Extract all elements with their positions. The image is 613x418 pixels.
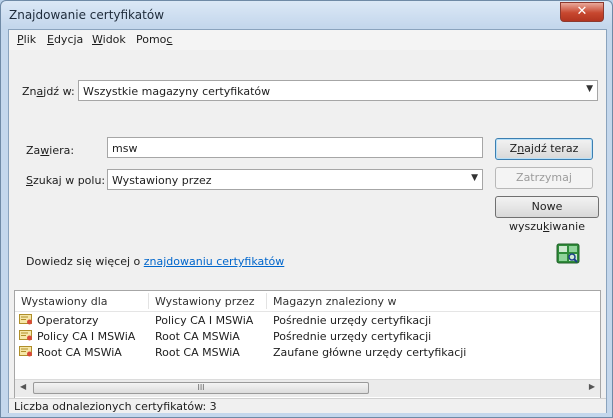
menu-help[interactable]: Pomoc (136, 33, 172, 46)
menu-view[interactable]: Widok (92, 33, 126, 46)
results-list[interactable]: Wystawiony dla Wystawiony przez Magazyn … (14, 290, 601, 400)
column-issued-to[interactable]: Wystawiony dla (21, 295, 108, 308)
column-separator[interactable] (266, 293, 267, 309)
find-certificate-icon (556, 242, 580, 266)
help-text: Dowiedz się więcej o znajdowaniu certyfi… (26, 255, 285, 268)
horizontal-scrollbar[interactable]: ◀ III ▶ (15, 379, 600, 397)
close-button[interactable]: ✕ (560, 2, 604, 22)
search-in-label: Znajdź w: (22, 85, 75, 98)
menu-edit[interactable]: Edycja (47, 33, 83, 46)
column-separator[interactable] (148, 293, 149, 309)
chevron-down-icon: ▼ (586, 84, 593, 94)
cell-issued-to: Operatorzy (37, 314, 99, 327)
cell-issued-to: Root CA MSWiA (37, 346, 122, 359)
contains-value: msw (112, 142, 138, 155)
search-in-combo[interactable]: Wszystkie magazyny certyfikatów ▼ (78, 80, 598, 101)
menu-file[interactable]: Plik (17, 33, 36, 46)
find-now-button[interactable]: Znajdź teraz (495, 138, 593, 160)
new-search-button[interactable]: Nowe wyszukiwanie (495, 196, 599, 233)
cell-issued-by: Root CA MSWiA (155, 346, 240, 359)
cell-store: Zaufane główne urzędy certyfikacji (273, 346, 467, 359)
column-store[interactable]: Magazyn znaleziony w (273, 295, 397, 308)
certificate-icon (19, 345, 33, 358)
search-field-label: Szukaj w polu: (26, 174, 106, 187)
search-field-value: Wystawiony przez (112, 174, 212, 187)
cell-issued-to: Policy CA I MSWiA (37, 330, 136, 343)
table-row[interactable]: Root CA MSWiA Root CA MSWiA Zaufane głów… (15, 344, 600, 360)
chevron-down-icon: ▼ (471, 173, 478, 183)
window-title: Znajdowanie certyfikatów (9, 8, 165, 22)
cell-store: Pośrednie urzędy certyfikacji (273, 330, 432, 343)
scroll-left-icon[interactable]: ◀ (20, 382, 26, 391)
contains-label: Zawiera: (26, 144, 75, 157)
scroll-right-icon[interactable]: ▶ (589, 382, 595, 391)
status-bar: Liczba odnalezionych certyfikatów: 3 (9, 398, 606, 413)
stop-button[interactable]: Zatrzymaj (495, 167, 593, 189)
menu-bar: Plik Edycja Widok Pomoc (9, 30, 606, 50)
scrollbar-thumb[interactable]: III (33, 382, 369, 394)
cell-store: Pośrednie urzędy certyfikacji (273, 314, 432, 327)
cell-issued-by: Policy CA I MSWiA (155, 314, 254, 327)
title-bar[interactable]: Znajdowanie certyfikatów ✕ (1, 1, 612, 29)
certificate-icon (19, 313, 33, 326)
help-link[interactable]: znajdowaniu certyfikatów (144, 255, 285, 268)
list-header: Wystawiony dla Wystawiony przez Magazyn … (15, 291, 600, 312)
table-row[interactable]: Operatorzy Policy CA I MSWiA Pośrednie u… (15, 312, 600, 328)
search-in-value: Wszystkie magazyny certyfikatów (83, 85, 271, 98)
status-text: Liczba odnalezionych certyfikatów: 3 (14, 400, 217, 413)
certificate-icon (19, 329, 33, 342)
cell-issued-by: Root CA MSWiA (155, 330, 240, 343)
table-row[interactable]: Policy CA I MSWiA Root CA MSWiA Pośredni… (15, 328, 600, 344)
find-certificates-window: Znajdowanie certyfikatów ✕ Plik Edycja W… (0, 0, 613, 418)
client-area: Plik Edycja Widok Pomoc Znajdź w: Wszyst… (8, 29, 607, 413)
search-field-combo[interactable]: Wystawiony przez ▼ (107, 169, 483, 190)
column-issued-by[interactable]: Wystawiony przez (155, 295, 255, 308)
contains-input[interactable]: msw (107, 137, 483, 158)
